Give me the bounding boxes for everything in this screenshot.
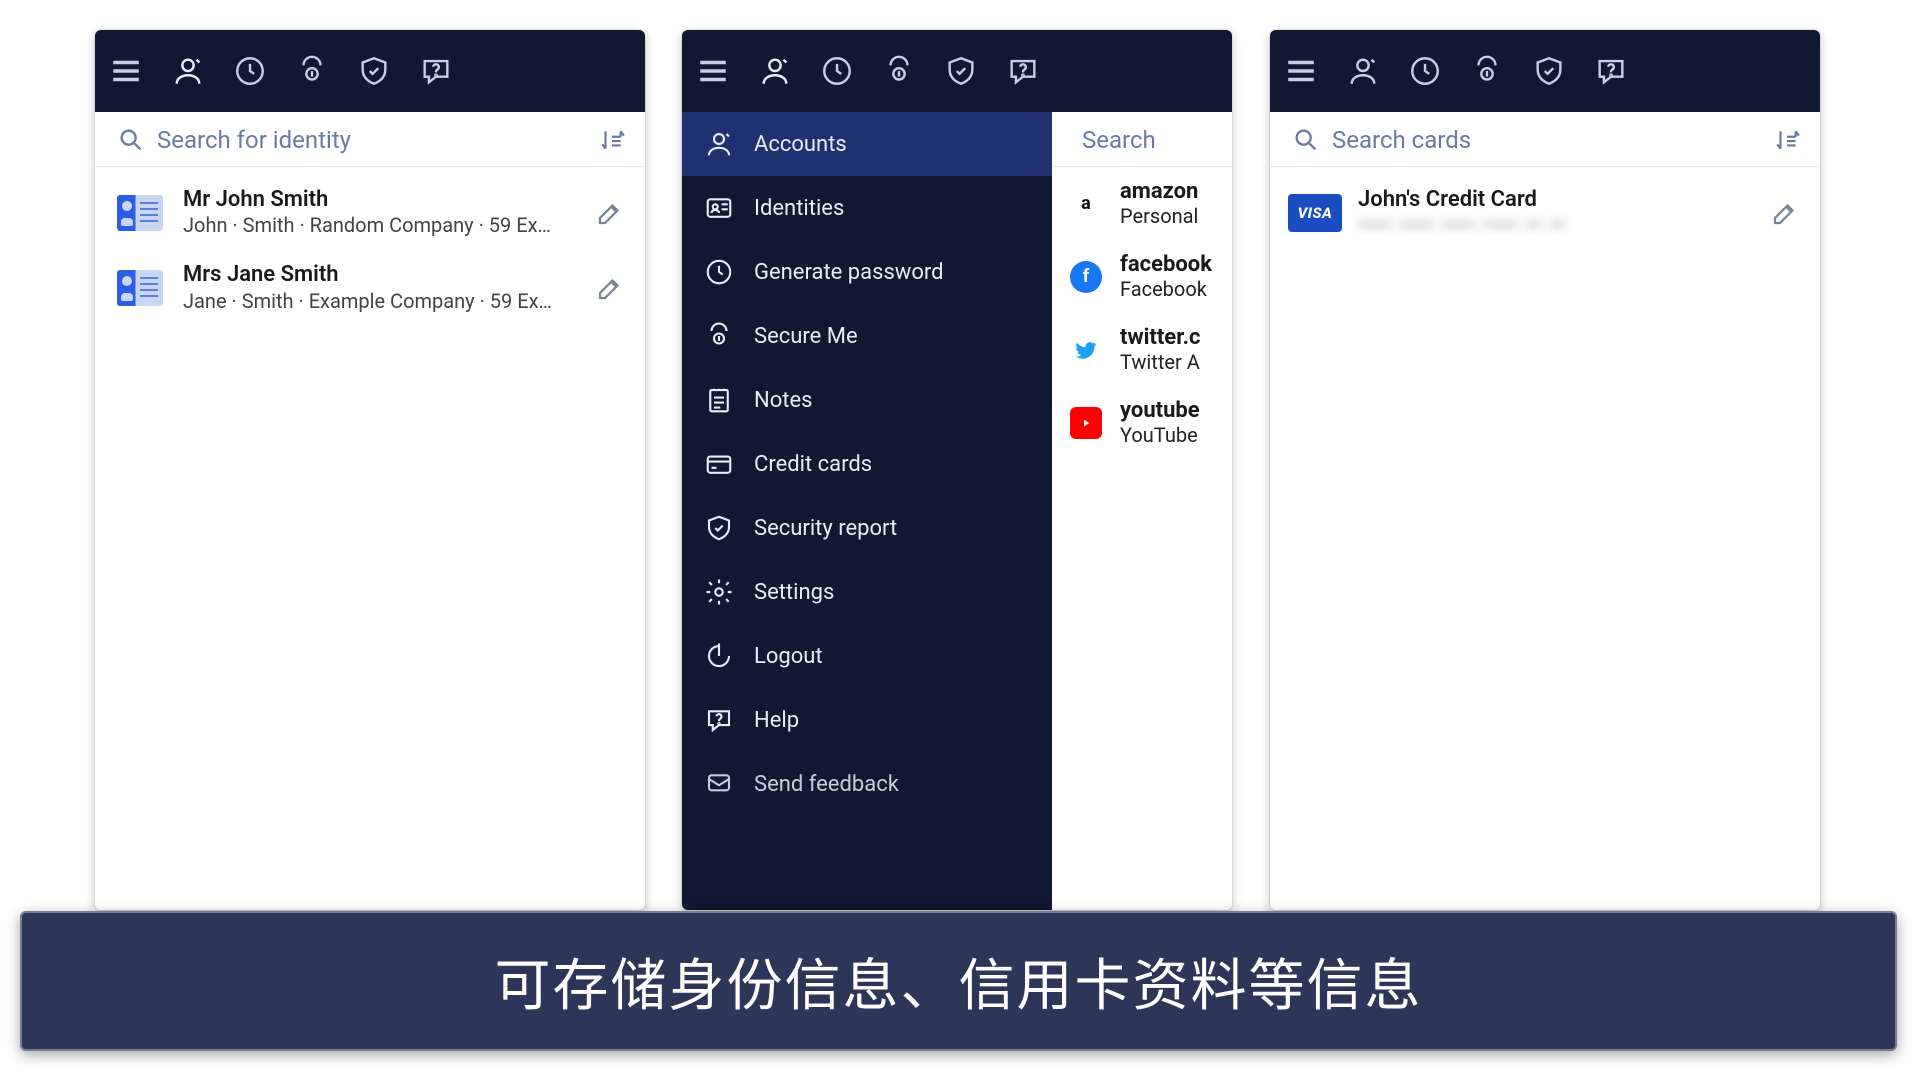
identity-icon[interactable]	[171, 54, 205, 88]
identity-card-icon	[113, 193, 167, 233]
secure-icon[interactable]	[882, 54, 916, 88]
drawer-label: Help	[754, 708, 799, 733]
search-input[interactable]	[1332, 126, 1762, 154]
drawer-item-secure[interactable]: Secure Me	[682, 304, 1052, 368]
shield-icon[interactable]	[357, 54, 391, 88]
drawer-label: Identities	[754, 196, 844, 221]
account-item[interactable]: twitter.cTwitter A	[1052, 313, 1232, 386]
item-subtitle: Jane · Smith · Example Company · 59 Ex…	[183, 288, 579, 314]
item-subtitle: Twitter A	[1120, 350, 1200, 374]
help-icon[interactable]	[419, 54, 453, 88]
menu-icon[interactable]	[109, 54, 143, 88]
shield-icon[interactable]	[944, 54, 978, 88]
item-title: Mr John Smith	[183, 187, 579, 212]
list-item[interactable]: VISA John's Credit Card •••• •••• •••• •…	[1270, 175, 1820, 250]
generate-icon[interactable]	[820, 54, 854, 88]
account-item[interactable]: f facebookFacebook	[1052, 240, 1232, 313]
sort-button[interactable]	[599, 127, 625, 153]
topbar	[95, 30, 645, 112]
drawer-item-accounts[interactable]: Accounts	[682, 112, 1052, 176]
drawer-label: Settings	[754, 580, 834, 605]
drawer-item-settings[interactable]: Settings	[682, 560, 1052, 624]
account-item[interactable]: youtubeYouTube	[1052, 386, 1232, 459]
menu-icon[interactable]	[1284, 54, 1318, 88]
identity-card-icon	[113, 268, 167, 308]
drawer-label: Credit cards	[754, 452, 872, 477]
help-icon[interactable]	[1594, 54, 1628, 88]
search-input[interactable]	[157, 126, 587, 154]
edit-icon[interactable]	[1770, 198, 1800, 228]
drawer-label: Notes	[754, 388, 812, 413]
cards-panel: VISA John's Credit Card •••• •••• •••• •…	[1270, 30, 1820, 910]
sort-button[interactable]	[1774, 127, 1800, 153]
drawer-item-help[interactable]: Help	[682, 688, 1052, 752]
item-subtitle: Facebook	[1120, 277, 1212, 301]
amazon-icon: a	[1070, 188, 1102, 220]
edit-icon[interactable]	[595, 273, 625, 303]
secure-icon[interactable]	[295, 54, 329, 88]
visa-icon: VISA	[1288, 193, 1342, 233]
help-icon[interactable]	[1006, 54, 1040, 88]
drawer-item-logout[interactable]: Logout	[682, 624, 1052, 688]
item-title: John's Credit Card	[1358, 187, 1754, 212]
search-row	[1270, 112, 1820, 167]
drawer-label: Generate password	[754, 260, 944, 285]
identity-list: Mr John Smith John · Smith · Random Comp…	[95, 167, 645, 334]
drawer-label: Accounts	[754, 132, 847, 157]
shield-icon[interactable]	[1532, 54, 1566, 88]
twitter-icon	[1070, 334, 1102, 366]
accounts-panel: Accounts Identities Generate password Se…	[682, 30, 1232, 910]
identity-icon[interactable]	[1346, 54, 1380, 88]
topbar	[682, 30, 1232, 112]
edit-icon[interactable]	[595, 198, 625, 228]
item-title: youtube	[1120, 398, 1200, 423]
menu-icon[interactable]	[696, 54, 730, 88]
drawer-label: Send feedback	[754, 772, 899, 797]
search-icon	[117, 126, 145, 154]
search-row	[1052, 112, 1232, 167]
item-title: amazon	[1120, 179, 1198, 204]
drawer-label: Security report	[754, 516, 897, 541]
facebook-icon: f	[1070, 261, 1102, 293]
drawer-label: Secure Me	[754, 324, 858, 349]
topbar	[1270, 30, 1820, 112]
generate-icon[interactable]	[233, 54, 267, 88]
drawer-item-security-report[interactable]: Security report	[682, 496, 1052, 560]
item-title: Mrs Jane Smith	[183, 262, 579, 287]
account-item[interactable]: a amazonPersonal	[1052, 167, 1232, 240]
drawer-item-notes[interactable]: Notes	[682, 368, 1052, 432]
drawer-item-identities[interactable]: Identities	[682, 176, 1052, 240]
item-title: twitter.c	[1120, 325, 1200, 350]
generate-icon[interactable]	[1408, 54, 1442, 88]
list-item[interactable]: Mrs Jane Smith Jane · Smith · Example Co…	[95, 250, 645, 325]
caption-text: 可存储身份信息、信用卡资料等信息	[495, 941, 1423, 1022]
nav-drawer: Accounts Identities Generate password Se…	[682, 112, 1052, 910]
drawer-item-cards[interactable]: Credit cards	[682, 432, 1052, 496]
search-row	[95, 112, 645, 167]
accounts-content: a amazonPersonal f facebookFacebook twit…	[1052, 112, 1232, 910]
item-subtitle: •••• •••• •••• •••• •• ••	[1358, 212, 1754, 238]
card-list: VISA John's Credit Card •••• •••• •••• •…	[1270, 167, 1820, 258]
secure-icon[interactable]	[1470, 54, 1504, 88]
youtube-icon	[1070, 407, 1102, 439]
item-subtitle: YouTube	[1120, 423, 1200, 447]
stage: Mr John Smith John · Smith · Random Comp…	[0, 0, 1917, 1079]
item-subtitle: John · Smith · Random Company · 59 Ex…	[183, 212, 579, 238]
item-title: facebook	[1120, 252, 1212, 277]
caption: 可存储身份信息、信用卡资料等信息	[20, 911, 1897, 1051]
drawer-item-generate[interactable]: Generate password	[682, 240, 1052, 304]
drawer-label: Logout	[754, 644, 823, 669]
search-icon	[1292, 126, 1320, 154]
search-input[interactable]	[1082, 126, 1232, 154]
identities-panel: Mr John Smith John · Smith · Random Comp…	[95, 30, 645, 910]
identity-icon[interactable]	[758, 54, 792, 88]
list-item[interactable]: Mr John Smith John · Smith · Random Comp…	[95, 175, 645, 250]
drawer-item-feedback[interactable]: Send feedback	[682, 752, 1052, 816]
item-subtitle: Personal	[1120, 204, 1198, 228]
